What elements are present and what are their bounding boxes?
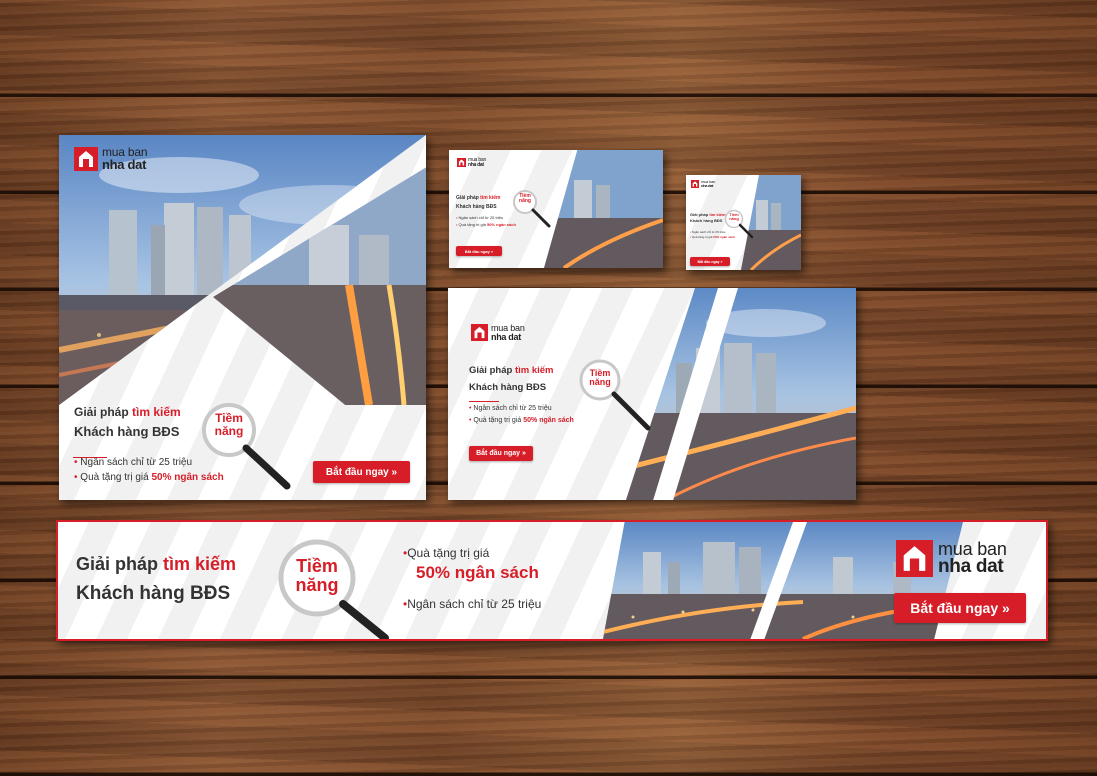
magnifier-icon: Tiềm năng <box>199 400 294 490</box>
bullet-budget: • Ngân sách chỉ từ 25 triệu <box>469 405 552 412</box>
bullet-gift-prefix: Quà tặng trị giá <box>80 472 149 483</box>
bullet-gift: • Quà tặng trị giá 50% ngân sách <box>456 222 516 227</box>
bullet-gift-prefix: Quà tặng trị giá <box>691 235 713 239</box>
magnifier-label: Tiềm năng <box>723 212 745 222</box>
magnifier-icon: Tiềm năng <box>511 188 553 230</box>
magnifier-label: Tiềm năng <box>576 368 624 388</box>
brand-logo: mua ban nha dat <box>691 180 715 188</box>
start-now-label: Bắt đầu ngay <box>476 450 521 457</box>
logo-text-bottom: nha dat <box>938 556 1004 578</box>
bullet-budget-text: Ngân sách chỉ từ 25 triệu <box>80 457 193 468</box>
bullet-budget-text: Ngân sách chỉ từ 25 triệu <box>691 230 726 234</box>
start-now-button[interactable]: Bắt đầu ngay » <box>894 593 1026 623</box>
magnifier-line2: năng <box>519 198 531 205</box>
headline: Giải pháp tìm kiếm Khách hàng BĐS <box>456 194 500 211</box>
logo-text-bottom: nha dat <box>468 161 484 168</box>
headline: Giải pháp tìm kiếm Khách hàng BĐS <box>74 403 181 442</box>
headline-highlight: tìm kiếm <box>514 365 554 376</box>
start-now-label: Bắt đầu ngay <box>910 600 999 616</box>
bullet-gift-prefix: Quà tặng trị giá <box>407 546 490 560</box>
banner-tiny: mua ban nha dat Giải pháp tìm kiếm Khách h… <box>686 175 801 270</box>
magnifier-line2: năng <box>729 216 739 222</box>
magnifier-line1: Tiềm <box>296 556 338 576</box>
banner-leaderboard: Giải pháp tìm kiếm Khách hàng BĐS Tiềm nă… <box>56 520 1048 641</box>
brand-logo: mua ban nha dat <box>471 324 525 342</box>
double-chevron-right-icon: » <box>720 259 723 264</box>
headline: Giải pháp tìm kiếm Khách hàng BĐS <box>76 550 236 609</box>
headline: Giải pháp tìm kiếm Khách hàng BĐS <box>469 363 553 396</box>
headline-line2: Khách hàng BĐS <box>76 582 231 604</box>
magnifier-icon: Tiềm năng <box>273 534 391 639</box>
start-now-label: Bắt đầu ngay <box>464 248 490 254</box>
start-now-button[interactable]: Bắt đầu ngay » <box>469 446 533 461</box>
double-chevron-right-icon: » <box>391 466 398 478</box>
start-now-button[interactable]: Bắt đầu ngay » <box>690 257 730 266</box>
bullet-budget: • Ngân sách chỉ từ 25 triệu <box>690 230 726 234</box>
bullet-budget-text: Ngân sách chỉ từ 25 triệu <box>407 597 542 611</box>
bullet-gift: •Quà tặng trị giá 50% ngân sách <box>403 546 539 582</box>
start-now-button[interactable]: Bắt đầu ngay » <box>456 246 502 256</box>
headline-line2: Khách hàng BĐS <box>469 381 547 393</box>
headline: Giải pháp tìm kiếm Khách hàng BĐS <box>690 212 726 225</box>
start-now-label: Bắt đầu ngay <box>697 259 720 264</box>
bullet-budget: • Ngân sách chỉ từ 25 triệu <box>74 457 193 468</box>
house-logo-icon <box>896 540 933 577</box>
magnifier-label: Tiềm năng <box>511 193 539 205</box>
magnifier-line2: năng <box>589 377 611 388</box>
headline-line2: Khách hàng BĐS <box>690 218 723 224</box>
headline-line2: Khách hàng BĐS <box>456 203 497 210</box>
double-chevron-right-icon: » <box>491 248 494 254</box>
banner-square: mua ban nha dat Giải pháp tìm kiếm Khách… <box>59 135 426 500</box>
logo-text-bottom: nha dat <box>491 331 521 342</box>
banner-rectangle: mua ban nha dat Giải pháp tìm kiếm Khách h… <box>448 288 856 500</box>
house-logo-icon <box>471 324 488 342</box>
brand-logo: mua ban nha dat <box>74 146 148 172</box>
logo-text-bottom: nha dat <box>701 183 714 188</box>
house-logo-icon <box>457 158 466 168</box>
headline-prefix: Giải pháp <box>456 195 479 201</box>
headline-highlight: tìm kiếm <box>163 554 237 574</box>
magnifier-line2: năng <box>295 574 339 595</box>
bullet-gift-highlight: 50% ngân sách <box>523 417 574 424</box>
headline-highlight: tìm kiếm <box>480 195 501 201</box>
bullet-gift-prefix: Quà tặng trị giá <box>473 417 522 424</box>
start-now-label: Bắt đầu ngay <box>325 466 389 478</box>
bullet-gift-highlight: 50% ngân sách <box>416 562 539 582</box>
bullet-gift: • Quà tặng trị giá 50% ngân sách <box>469 417 574 424</box>
double-chevron-right-icon: » <box>1002 600 1010 616</box>
logo-text-bottom: nha dat <box>102 156 147 172</box>
brand-logo: mua ban nha dat <box>896 540 1007 577</box>
divider <box>469 401 499 402</box>
bullet-budget: • Ngân sách chỉ từ 25 triệu <box>456 215 504 220</box>
brand-logo: mua ban nha dat <box>457 158 486 168</box>
magnifier-label: Tiềm năng <box>273 557 361 595</box>
bullet-budget: •Ngân sách chỉ từ 25 triệu <box>403 597 542 611</box>
double-chevron-right-icon: » <box>522 450 526 457</box>
headline-line2: Khách hàng BĐS <box>74 423 180 439</box>
headline-prefix: Giải pháp <box>469 365 513 376</box>
magnifier-icon: Tiềm năng <box>723 208 755 240</box>
headline-prefix: Giải pháp <box>74 405 129 419</box>
headline-prefix: Giải pháp <box>76 554 159 574</box>
start-now-button[interactable]: Bắt đầu ngay » <box>313 461 410 483</box>
house-logo-icon <box>74 147 98 171</box>
magnifier-icon: Tiềm năng <box>576 356 654 432</box>
bullet-budget-text: Ngân sách chỉ từ 25 triệu <box>473 405 552 412</box>
headline-prefix: Giải pháp <box>690 212 709 217</box>
bullet-gift-prefix: Quà tặng trị giá <box>458 222 486 227</box>
house-logo-icon <box>691 180 699 188</box>
magnifier-label: Tiềm năng <box>199 412 259 437</box>
magnifier-line2: năng <box>214 423 244 438</box>
bullet-budget-text: Ngân sách chỉ từ 25 triệu <box>458 215 504 220</box>
banner-medium-small: mua ban nha dat Giải pháp tìm kiếm Khách h… <box>449 150 663 268</box>
headline-highlight: tìm kiếm <box>132 405 181 419</box>
